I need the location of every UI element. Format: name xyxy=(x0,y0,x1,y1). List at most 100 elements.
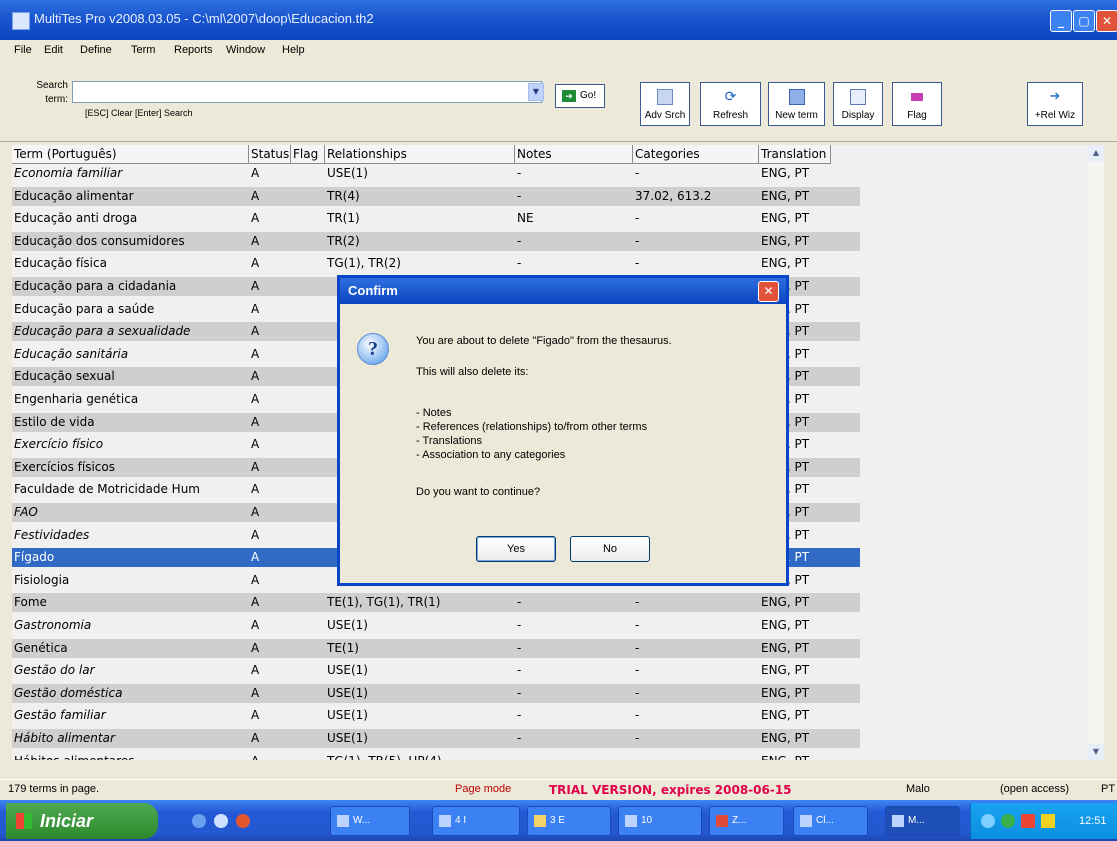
search-dropdown-button[interactable]: ▼ xyxy=(528,83,544,101)
search-label-top: Search xyxy=(36,80,68,91)
cell-flag xyxy=(291,458,327,477)
system-tray: 12:51 xyxy=(970,803,1117,839)
new-term-button[interactable]: New term xyxy=(768,82,825,126)
menu-edit[interactable]: Edit xyxy=(44,44,63,56)
rel-wiz-button[interactable]: ➜ +Rel Wiz xyxy=(1027,82,1083,126)
quicklaunch-media-icon[interactable] xyxy=(214,814,228,828)
task-10[interactable]: 10 xyxy=(618,806,702,836)
cell-flag xyxy=(291,752,327,760)
cell-status: A xyxy=(251,685,260,700)
task-word[interactable]: W... xyxy=(330,806,410,836)
menu-help[interactable]: Help xyxy=(282,44,305,56)
cell-trans: ENG, PT xyxy=(761,640,810,655)
tray-flag-icon[interactable] xyxy=(1021,814,1035,828)
table-row[interactable]: Gestão familiar A USE(1) - - ENG, PT xyxy=(12,706,860,725)
table-row[interactable]: Economia familiar A USE(1) - - ENG, PT xyxy=(12,164,860,183)
vertical-scrollbar[interactable]: ▲ ▼ xyxy=(1088,145,1104,760)
header-translation[interactable]: Translation xyxy=(759,145,831,164)
cell-rel: TR(1) xyxy=(327,211,360,226)
tray-security-icon[interactable] xyxy=(1001,814,1015,828)
table-row[interactable]: Genética A TE(1) - - ENG, PT xyxy=(12,638,860,658)
cell-trans: ENG, PT xyxy=(761,166,810,180)
dialog-title-bar[interactable]: Confirm ✕ xyxy=(340,278,786,304)
task-z[interactable]: Z... xyxy=(709,806,784,836)
task-word-label: W... xyxy=(353,815,371,826)
cell-flag xyxy=(291,548,327,567)
display-label: Display xyxy=(841,110,875,121)
header-term[interactable]: Term (Português) xyxy=(12,145,249,164)
header-flag[interactable]: Flag xyxy=(291,145,325,164)
table-row[interactable]: Gestão do lar A USE(1) - - ENG, PT xyxy=(12,661,860,680)
cell-rel: USE(1) xyxy=(327,708,368,723)
header-categories[interactable]: Categories xyxy=(633,145,759,164)
scroll-down-icon[interactable]: ▼ xyxy=(1088,744,1104,760)
table-row[interactable]: Hábito alimentar A USE(1) - - ENG, PT xyxy=(12,729,860,748)
pdf-icon xyxy=(716,815,728,827)
confirm-dialog: Confirm ✕ ? You are about to delete "Fig… xyxy=(337,275,789,586)
task-cl[interactable]: Cl... xyxy=(793,806,868,836)
scroll-up-icon[interactable]: ▲ xyxy=(1088,145,1104,161)
table-row[interactable]: Gastronomia A USE(1) - - ENG, PT xyxy=(12,616,860,635)
header-status[interactable]: Status xyxy=(249,145,291,164)
cell-status: A xyxy=(251,301,260,316)
header-notes[interactable]: Notes xyxy=(515,145,633,164)
search-input[interactable] xyxy=(72,81,542,103)
quicklaunch-ie-icon[interactable] xyxy=(192,814,206,828)
cell-trans: ENG, PT xyxy=(761,595,810,610)
task-group-4[interactable]: 4 I xyxy=(432,806,520,836)
display-button[interactable]: Display xyxy=(833,82,883,126)
header-relationships[interactable]: Relationships xyxy=(325,145,515,164)
minimize-button[interactable]: _ xyxy=(1050,10,1072,32)
table-row[interactable]: Fome A TE(1), TG(1), TR(1) - - ENG, PT xyxy=(12,593,860,613)
menu-term[interactable]: Term xyxy=(131,44,155,56)
yes-button[interactable]: Yes xyxy=(476,536,556,562)
user-name: Malo xyxy=(906,783,930,795)
maximize-button[interactable]: ▢ xyxy=(1073,10,1095,32)
cell-notes: - xyxy=(517,731,522,745)
adv-srch-button[interactable]: Adv Srch xyxy=(640,82,690,126)
title-bar[interactable]: MultiTes Pro v2008.03.05 - C:\ml\2007\do… xyxy=(0,0,1117,40)
go-button[interactable]: ➔ Go! xyxy=(555,84,605,108)
close-button[interactable]: ✕ xyxy=(1096,10,1117,32)
network-icon xyxy=(800,815,812,827)
menu-file[interactable]: File xyxy=(14,44,32,56)
cell-cat: - xyxy=(635,685,640,700)
task-multites-label: M... xyxy=(908,815,925,826)
cell-rel: USE(1) xyxy=(327,663,368,678)
cell-status: A xyxy=(251,550,260,565)
go-arrow-icon: ➔ xyxy=(562,90,576,102)
flag-button[interactable]: Flag xyxy=(892,82,942,126)
table-row[interactable]: Educação anti droga A TR(1) NE - ENG, PT xyxy=(12,209,860,228)
new-term-icon xyxy=(788,89,805,105)
dialog-close-button[interactable]: ✕ xyxy=(758,281,779,302)
cell-term: Fome xyxy=(14,595,47,610)
no-button[interactable]: No xyxy=(570,536,650,562)
tray-language-icon[interactable] xyxy=(1041,814,1055,828)
task-multites[interactable]: M... xyxy=(885,806,960,836)
task-explorer[interactable]: 3 E xyxy=(527,806,611,836)
quicklaunch-browser-icon[interactable] xyxy=(236,814,250,828)
table-row[interactable]: Educação dos consumidores A TR(2) - - ENG, PT xyxy=(12,231,860,251)
cell-term: Educação para a sexualidade xyxy=(14,324,191,339)
table-row[interactable]: Educação física A TG(1), TR(2) - - ENG, PT xyxy=(12,254,860,273)
start-button[interactable]: Iniciar xyxy=(6,803,158,839)
cell-flag xyxy=(291,300,327,319)
table-row[interactable]: Hábitos alimentaresATG(1), TR(5), UP(4)-… xyxy=(12,752,860,760)
table-row[interactable]: Educação alimentar A TR(4) - 37.02, 613.2 ENG… xyxy=(12,186,860,206)
menu-window[interactable]: Window xyxy=(226,44,265,56)
menu-define[interactable]: Define xyxy=(80,44,112,56)
cell-term: Faculdade de Motricidade Hum xyxy=(14,482,200,497)
dialog-title: Confirm xyxy=(348,283,398,298)
cell-term: Educação para a cidadania xyxy=(14,279,177,293)
app-icon[interactable] xyxy=(12,12,30,30)
tray-network-icon[interactable] xyxy=(981,814,995,828)
cell-status: A xyxy=(251,437,260,452)
refresh-button[interactable]: ⟳ Refresh xyxy=(700,82,761,126)
menu-reports[interactable]: Reports xyxy=(174,44,213,56)
cell-cat: - xyxy=(635,618,640,632)
table-row[interactable]: Gestão doméstica A USE(1) - - ENG, PT xyxy=(12,683,860,703)
cell-flag xyxy=(291,503,327,522)
cell-rel: TR(4) xyxy=(327,188,360,203)
search-hint: [ESC] Clear [Enter] Search xyxy=(85,108,193,118)
cell-flag xyxy=(291,187,327,206)
